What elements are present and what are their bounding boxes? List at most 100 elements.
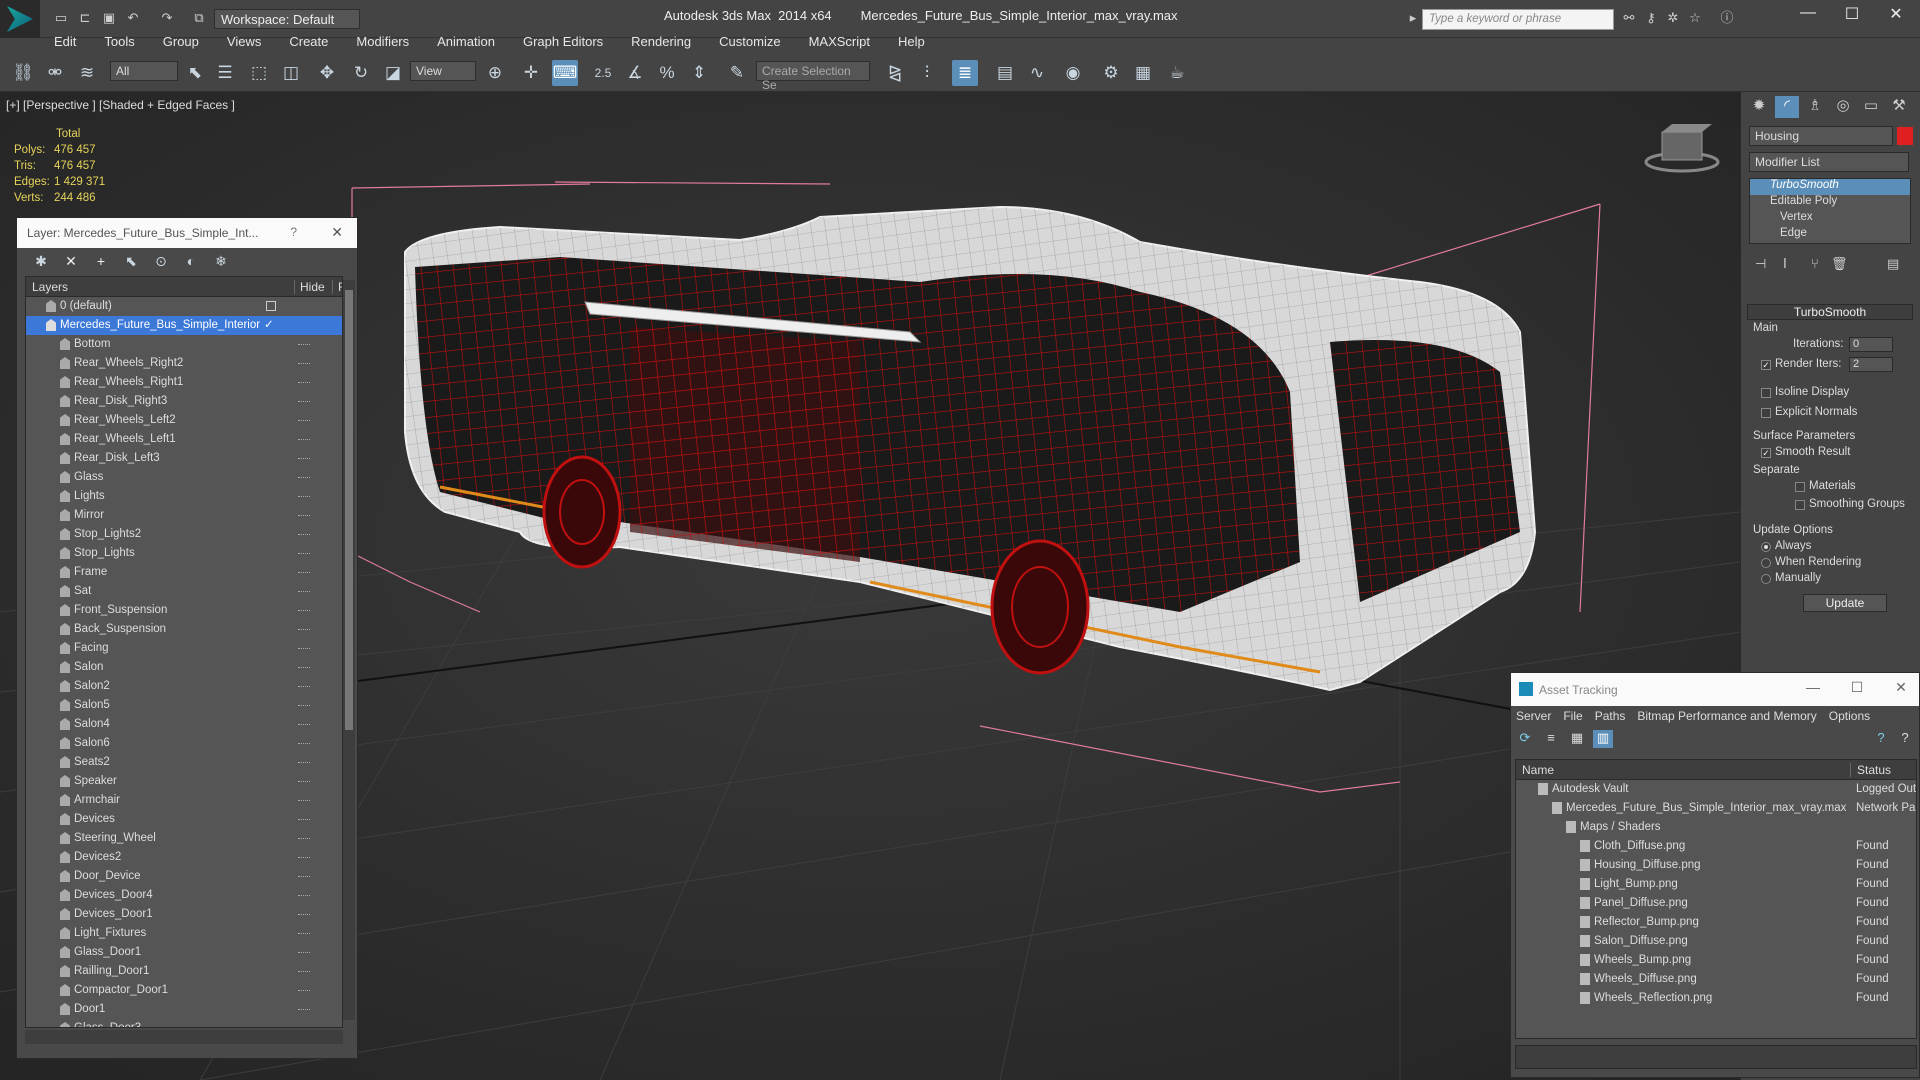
hide-toggle[interactable] <box>298 743 310 745</box>
thumbnail-view-icon[interactable]: ▦ <box>1567 730 1587 748</box>
layer-item[interactable]: Stop_Lights <box>26 544 342 563</box>
edit-named-selection-icon[interactable]: ✎ <box>724 60 750 86</box>
viewport-label[interactable]: [+] [Perspective ] [Shaded + Edged Faces… <box>6 98 235 112</box>
hide-toggle[interactable] <box>298 477 310 479</box>
layer-item[interactable]: Bottom <box>26 335 342 354</box>
material-editor-icon[interactable]: ◉ <box>1060 60 1086 86</box>
select-in-layer-icon[interactable]: ⬉ <box>121 253 141 271</box>
motion-tab-icon[interactable]: ◎ <box>1831 96 1855 118</box>
snap-toggle-icon[interactable]: 2.5 <box>590 60 616 86</box>
stack-turbosmooth[interactable]: TurboSmooth <box>1750 179 1910 195</box>
table-view-icon[interactable]: ▥ <box>1593 730 1613 748</box>
hide-toggle[interactable] <box>298 914 310 916</box>
menu-help[interactable]: Help <box>884 28 939 52</box>
hide-toggle[interactable] <box>298 401 310 403</box>
window-crossing-icon[interactable]: ◫ <box>278 60 304 86</box>
col-freeze[interactable]: F <box>332 280 342 294</box>
hide-toggle[interactable] <box>298 591 310 593</box>
stack-vertex[interactable]: Vertex <box>1750 211 1910 227</box>
layer-item[interactable]: Stop_Lights2 <box>26 525 342 544</box>
asset-settings-icon[interactable]: ? <box>1895 730 1915 748</box>
hide-toggle[interactable] <box>298 971 310 973</box>
layer-item[interactable]: Door1 <box>26 1000 342 1019</box>
hide-toggle[interactable] <box>298 382 310 384</box>
layer-item[interactable]: Rear_Disk_Left3 <box>26 449 342 468</box>
list-view-icon[interactable]: ≡ <box>1541 730 1561 748</box>
save-file-icon[interactable]: ▣ <box>100 10 118 26</box>
asset-row[interactable]: Wheels_Reflection.png Found <box>1516 989 1916 1008</box>
utilities-tab-icon[interactable]: ⚒ <box>1887 96 1911 118</box>
curve-editor-icon[interactable]: ∿ <box>1024 60 1050 86</box>
when-rendering-radio[interactable] <box>1761 558 1771 568</box>
layer-item[interactable]: Glass_Door3 <box>26 1019 342 1027</box>
help-icon[interactable]: ⓘ <box>1718 10 1736 26</box>
asset-row[interactable]: Salon_Diffuse.png Found <box>1516 932 1916 951</box>
delete-layer-icon[interactable]: ✕ <box>61 253 81 271</box>
layer-item[interactable]: Salon4 <box>26 715 342 734</box>
add-to-layer-icon[interactable]: + <box>91 253 111 271</box>
freeze-all-icon[interactable]: ❄ <box>211 253 231 271</box>
explicit-normals-checkbox[interactable] <box>1761 408 1771 418</box>
vault-help-icon[interactable]: ? <box>1871 730 1891 748</box>
link-icon[interactable]: ⛓ <box>10 60 36 86</box>
hide-toggle[interactable] <box>298 648 310 650</box>
select-by-name-icon[interactable]: ☰ <box>212 60 238 86</box>
search-expand-icon[interactable]: ▸ <box>1404 10 1422 26</box>
asset-menu-file[interactable]: File <box>1563 709 1582 726</box>
scale-icon[interactable]: ◪ <box>380 60 406 86</box>
layer-vertical-scrollbar[interactable] <box>343 280 355 1020</box>
minimize-icon[interactable]: — <box>1788 4 1828 26</box>
layer-item[interactable]: Armchair <box>26 791 342 810</box>
manually-radio[interactable] <box>1761 574 1771 584</box>
layer-item[interactable]: Lights <box>26 487 342 506</box>
menu-modifiers[interactable]: Modifiers <box>342 28 423 52</box>
hide-toggle[interactable] <box>298 952 310 954</box>
menu-edit[interactable]: Edit <box>40 28 90 52</box>
close-icon[interactable]: ✕ <box>1876 4 1916 26</box>
asset-row[interactable]: Housing_Diffuse.png Found <box>1516 856 1916 875</box>
hide-toggle[interactable] <box>298 553 310 555</box>
layer-default[interactable]: 0 (default) <box>26 297 342 316</box>
hide-toggle[interactable] <box>298 705 310 707</box>
highlight-selected-icon[interactable]: ⊙ <box>151 253 171 271</box>
asset-menu-paths[interactable]: Paths <box>1595 709 1626 726</box>
layer-item[interactable]: Seats2 <box>26 753 342 772</box>
layer-item[interactable]: Glass <box>26 468 342 487</box>
project-folder-icon[interactable]: ⧉ <box>190 10 208 26</box>
layer-item[interactable]: Railling_Door1 <box>26 962 342 981</box>
pivot-center-icon[interactable]: ⊕ <box>482 60 508 86</box>
turbosmooth-rollout-header[interactable]: TurboSmooth <box>1747 304 1913 320</box>
hide-toggle[interactable] <box>298 686 310 688</box>
layer-item[interactable]: Rear_Wheels_Right1 <box>26 373 342 392</box>
angle-snap-icon[interactable]: ∡ <box>622 60 648 86</box>
reference-coord-dropdown[interactable]: View <box>410 61 476 81</box>
minimize-icon[interactable]: — <box>1803 679 1823 695</box>
layer-item[interactable]: Speaker <box>26 772 342 791</box>
menu-group[interactable]: Group <box>149 28 213 52</box>
subscription-icon[interactable]: ✲ <box>1664 10 1682 26</box>
key-icon[interactable]: ⚷ <box>1642 10 1660 26</box>
asset-row[interactable]: Light_Bump.png Found <box>1516 875 1916 894</box>
hide-toggle[interactable] <box>298 838 310 840</box>
layer-item[interactable]: Facing <box>26 639 342 658</box>
layer-item[interactable]: Glass_Door1 <box>26 943 342 962</box>
hide-toggle[interactable] <box>298 1009 310 1011</box>
layer-item[interactable]: Devices2 <box>26 848 342 867</box>
hide-toggle[interactable] <box>298 458 310 460</box>
layer-item[interactable]: Sat <box>26 582 342 601</box>
hide-toggle[interactable] <box>298 534 310 536</box>
maximize-icon[interactable]: ☐ <box>1832 4 1872 26</box>
hide-toggle[interactable] <box>298 496 310 498</box>
manipulate-icon[interactable]: ✛ <box>518 60 544 86</box>
display-tab-icon[interactable]: ▭ <box>1859 96 1883 118</box>
layer-manager-icon[interactable]: ≣ <box>952 60 978 86</box>
layer-item[interactable]: Rear_Wheels_Left2 <box>26 411 342 430</box>
spinner-snap-icon[interactable]: ⇕ <box>686 60 712 86</box>
asset-row[interactable]: Panel_Diffuse.png Found <box>1516 894 1916 913</box>
layer-item[interactable]: Devices_Door1 <box>26 905 342 924</box>
layer-item[interactable]: Back_Suspension <box>26 620 342 639</box>
render-frame-icon[interactable]: ▦ <box>1130 60 1156 86</box>
asset-row[interactable]: Autodesk Vault Logged Out <box>1516 780 1916 799</box>
rect-region-icon[interactable]: ⬚ <box>246 60 272 86</box>
show-end-result-icon[interactable]: Ⅰ <box>1783 256 1787 272</box>
